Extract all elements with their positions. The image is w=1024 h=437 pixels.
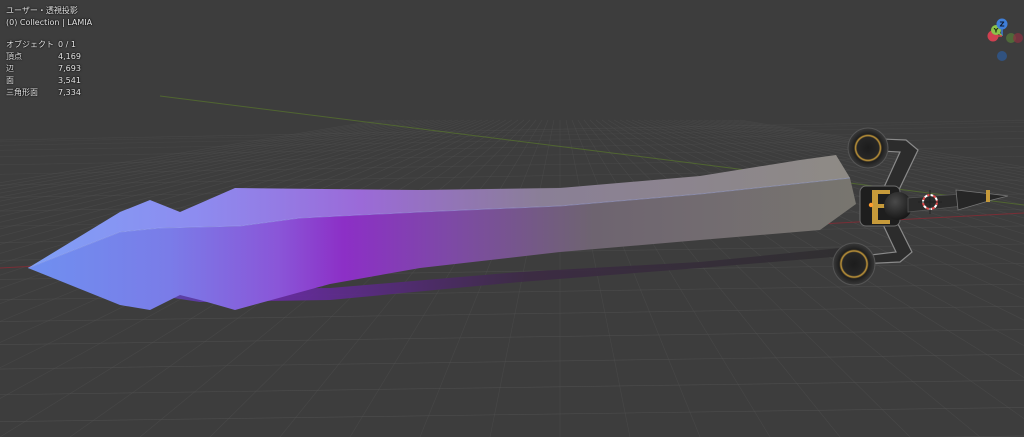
stat-vertices: 頂点 4,169 [6, 52, 81, 61]
3d-viewport[interactable]: ユーザー・透視投影 (0) Collection | LAMIA オブジェクト … [0, 0, 1024, 437]
grid-line [0, 407, 1024, 423]
guard-ring-top [847, 127, 889, 169]
pommel-gold-band [986, 190, 990, 202]
pommel-spike [955, 189, 1009, 211]
gizmo-neg-x-icon[interactable] [1013, 33, 1023, 43]
grid-line [577, 119, 771, 437]
grid-line [0, 353, 1024, 370]
stat-edges: 辺 7,693 [6, 64, 81, 73]
gizmo-neg-z-icon[interactable] [997, 51, 1007, 61]
viewport-scene[interactable] [0, 0, 1024, 437]
stat-objects: オブジェクト 0 / 1 [6, 40, 76, 49]
grid-line [571, 119, 701, 437]
viewport-info-overlay: ユーザー・透視投影 (0) Collection | LAMIA オブジェクト … [6, 5, 92, 99]
guard-ring-bottom [832, 242, 876, 286]
stat-triangles: 三角形面 7,334 [6, 88, 81, 97]
gizmo-z-label: Z [999, 21, 1004, 29]
grid-line [0, 379, 1024, 396]
grid-line [0, 329, 1024, 345]
navigation-gizmo[interactable]: Y Z [980, 16, 1024, 70]
gizmo-y-label: Y [993, 27, 999, 35]
view-mode-label: ユーザー・透視投影 [6, 6, 78, 15]
stat-faces: 面 3,541 [6, 76, 81, 85]
grid-line [565, 119, 631, 437]
collection-label: (0) Collection | LAMIA [6, 18, 93, 27]
scene-statistics: オブジェクト 0 / 1 頂点 4,169 辺 7,693 面 3,541 三角… [6, 39, 92, 99]
origin-dot [868, 202, 874, 208]
